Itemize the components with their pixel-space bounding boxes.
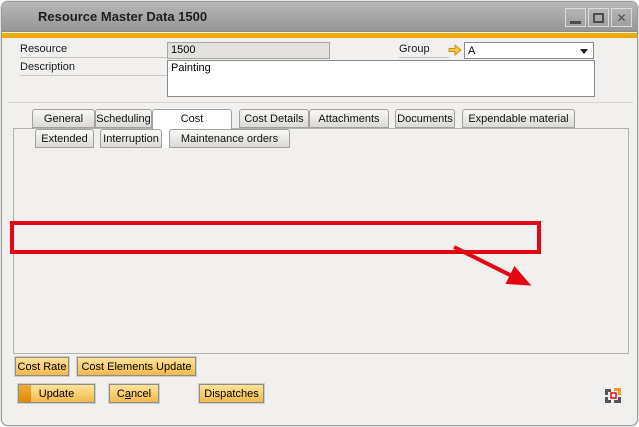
tab-cost-details[interactable]: Cost Details: [239, 109, 309, 128]
description-field[interactable]: Painting: [167, 60, 595, 97]
chevron-down-icon: [580, 49, 588, 54]
group-dropdown[interactable]: A: [464, 42, 594, 59]
tab-documents[interactable]: Documents: [395, 109, 455, 128]
close-icon: ✕: [616, 12, 626, 24]
tab-interruption[interactable]: Interruption: [100, 129, 162, 148]
cost-tab-panel: [13, 128, 629, 354]
title-bar[interactable]: Resource Master Data 1500 ✕: [2, 2, 637, 32]
maximize-button[interactable]: [588, 8, 609, 27]
resource-master-data-window: Resource Master Data 1500 ✕ Resource 150…: [1, 1, 638, 426]
group-label: Group: [399, 43, 449, 58]
window-title: Resource Master Data 1500: [38, 9, 207, 24]
close-button[interactable]: ✕: [611, 8, 632, 27]
tab-maintenance-orders[interactable]: Maintenance orders: [169, 129, 290, 148]
link-arrow-icon[interactable]: [448, 44, 462, 56]
tab-extended[interactable]: Extended: [35, 129, 94, 148]
separator-line: [8, 102, 633, 103]
tab-general[interactable]: General: [32, 109, 95, 128]
minimize-button[interactable]: [565, 8, 586, 27]
description-label: Description: [20, 61, 167, 76]
resource-field: 1500: [167, 42, 330, 59]
update-button[interactable]: Update: [18, 384, 95, 403]
dispatches-button[interactable]: Dispatches: [199, 384, 264, 403]
cost-rate-button[interactable]: Cost Rate: [15, 357, 69, 376]
resource-label: Resource: [20, 43, 167, 58]
default-button-indicator: [19, 385, 31, 402]
tab-expendable-material[interactable]: Expendable material: [462, 109, 575, 128]
tab-scheduling[interactable]: Scheduling: [95, 109, 152, 128]
cancel-button[interactable]: Cancel: [109, 384, 159, 403]
accent-stripe: [2, 33, 637, 38]
tab-attachments[interactable]: Attachments: [309, 109, 389, 128]
cost-elements-update-button[interactable]: Cost Elements Update: [77, 357, 196, 376]
minimize-icon: [570, 21, 581, 24]
form-settings-icon[interactable]: [604, 387, 622, 404]
maximize-icon: [593, 13, 604, 23]
